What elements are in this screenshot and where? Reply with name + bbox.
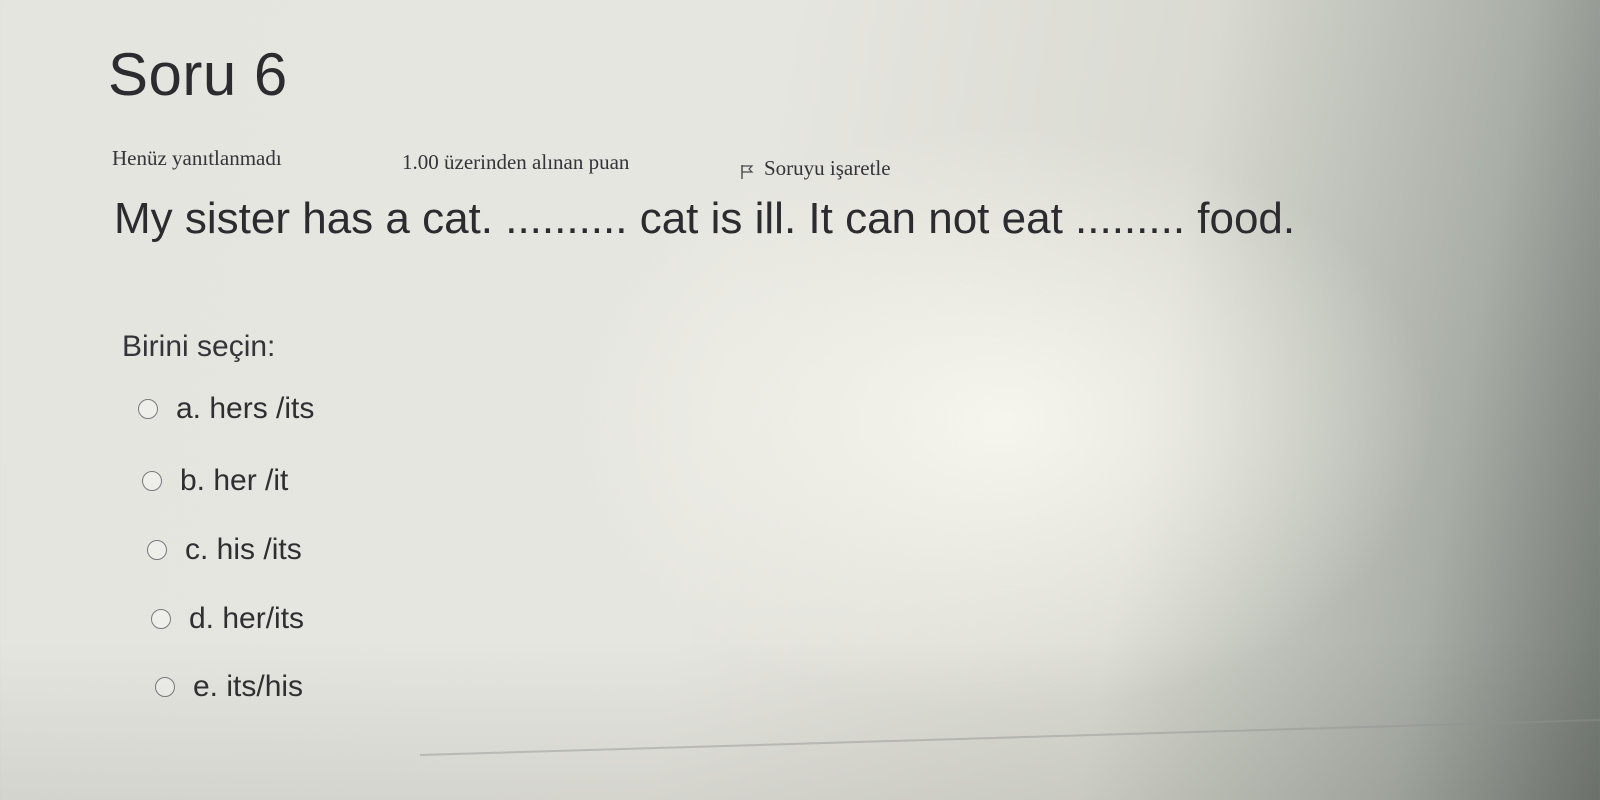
answer-option-d[interactable]: d. her/its	[151, 602, 304, 636]
answer-option-b[interactable]: b. her /it	[142, 464, 288, 498]
question-title: Soru 6	[108, 41, 288, 108]
radio-button[interactable]	[151, 609, 171, 629]
radio-button[interactable]	[155, 677, 175, 697]
answer-option-a[interactable]: a. hers /its	[138, 392, 314, 426]
answer-option-label: e. its/his	[193, 670, 304, 703]
answer-option-label: a. hers /its	[176, 392, 315, 425]
answer-option-label: d. her/its	[189, 602, 305, 635]
flag-question-button[interactable]: Soruyu işaretle	[740, 156, 891, 181]
question-status: Henüz yanıtlanmadı	[112, 146, 282, 170]
flag-question-label: Soruyu işaretle	[764, 156, 891, 180]
flag-icon	[740, 161, 754, 179]
radio-button[interactable]	[147, 540, 167, 560]
answer-prompt: Birini seçin:	[122, 330, 276, 363]
divider-line	[419, 718, 1600, 756]
quiz-page: Soru 6 Henüz yanıtlanmadı 1.00 üzerinden…	[0, 0, 1600, 800]
answer-option-label: c. his /its	[185, 533, 302, 566]
radio-button[interactable]	[142, 471, 162, 491]
answer-option-label: b. her /it	[180, 464, 289, 497]
question-points: 1.00 üzerinden alınan puan	[402, 150, 630, 174]
answer-option-e[interactable]: e. its/his	[155, 670, 303, 704]
question-text: My sister has a cat. .......... cat is i…	[114, 194, 1296, 243]
answer-option-c[interactable]: c. his /its	[147, 533, 302, 567]
radio-button[interactable]	[138, 399, 158, 419]
